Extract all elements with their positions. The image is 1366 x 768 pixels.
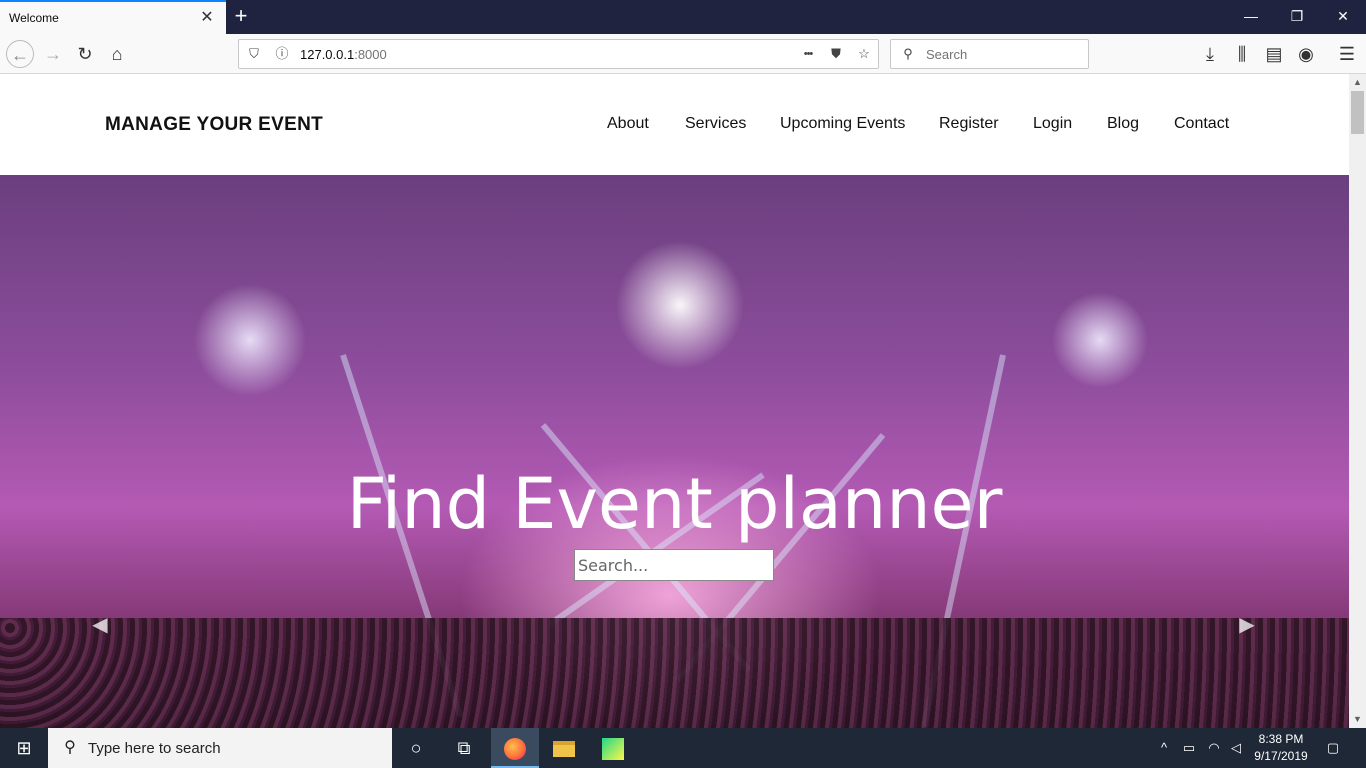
- browser-toolbar: ← → ↻ ⌂ ⛉ ⓘ 127.0.0.1:8000 ••• ⛊ ☆ ⚲ Sea…: [0, 34, 1366, 74]
- taskbar-search-icon: ⚲: [64, 739, 76, 756]
- nav-upcoming-events[interactable]: Upcoming Events: [780, 115, 905, 133]
- hero-search-input[interactable]: [574, 549, 774, 581]
- address-bar[interactable]: ⛉ ⓘ 127.0.0.1:8000 ••• ⛊ ☆: [238, 39, 879, 69]
- tray-overflow-icon[interactable]: ^: [1156, 728, 1172, 768]
- url-text[interactable]: 127.0.0.1:8000: [300, 47, 387, 62]
- notifications-icon[interactable]: ▢: [1320, 728, 1346, 768]
- clock-time: 8:38 PM: [1258, 732, 1304, 746]
- carousel-next-icon[interactable]: ▶: [1235, 613, 1259, 637]
- page-content: MANAGE YOUR EVENT About Services Upcomin…: [0, 74, 1349, 728]
- library-icon[interactable]: ⫼: [1228, 40, 1256, 68]
- restore-icon[interactable]: ❐: [1274, 0, 1320, 32]
- title-bar: Welcome ✕ + — ❐ ✕: [0, 0, 1366, 34]
- cortana-icon[interactable]: ○: [392, 728, 440, 768]
- wifi-icon[interactable]: ◠: [1204, 728, 1224, 768]
- reload-icon[interactable]: ↻: [71, 40, 99, 68]
- nav-about[interactable]: About: [607, 115, 649, 133]
- account-icon[interactable]: ◉: [1292, 40, 1320, 68]
- site-info-icon[interactable]: ⓘ: [273, 45, 291, 63]
- menu-icon[interactable]: ☰: [1333, 40, 1361, 68]
- nav-login[interactable]: Login: [1033, 115, 1072, 133]
- windows-start-icon[interactable]: ⊞: [0, 728, 48, 768]
- search-icon: ⚲: [903, 46, 913, 61]
- scroll-up-icon[interactable]: ▲: [1349, 74, 1366, 91]
- back-icon[interactable]: ←: [6, 40, 34, 68]
- scroll-down-icon[interactable]: ▼: [1349, 711, 1366, 728]
- taskbar-search-text: Type here to search: [88, 740, 221, 757]
- url-host: 127.0.0.1: [300, 47, 355, 62]
- browser-search-bar[interactable]: ⚲ Search: [890, 39, 1089, 69]
- sidebar-icon[interactable]: ▤: [1260, 40, 1288, 68]
- nav-contact[interactable]: Contact: [1174, 115, 1229, 133]
- scroll-thumb[interactable]: [1351, 91, 1364, 134]
- forward-icon[interactable]: →: [39, 40, 67, 68]
- pocket-icon[interactable]: ⛊: [827, 45, 845, 63]
- hero-carousel: Find Event planner ◀ ▶: [0, 175, 1349, 728]
- task-view-icon[interactable]: ⧉: [440, 728, 488, 768]
- carousel-prev-icon[interactable]: ◀: [88, 613, 112, 637]
- close-tab-icon[interactable]: ✕: [198, 9, 216, 27]
- page-actions-icon[interactable]: •••: [799, 45, 817, 63]
- minimize-icon[interactable]: —: [1228, 0, 1274, 32]
- battery-icon[interactable]: ▭: [1179, 728, 1199, 768]
- firefox-icon[interactable]: [491, 728, 539, 768]
- taskbar-search[interactable]: ⚲ Type here to search: [48, 728, 392, 768]
- window-close-icon[interactable]: ✕: [1320, 0, 1366, 32]
- site-brand[interactable]: MANAGE YOUR EVENT: [105, 114, 323, 136]
- new-tab-icon[interactable]: +: [230, 3, 252, 29]
- site-header: MANAGE YOUR EVENT About Services Upcomin…: [0, 74, 1349, 175]
- crowd-image: [0, 618, 1349, 728]
- tracking-shield-icon[interactable]: ⛉: [245, 45, 263, 63]
- browser-tab[interactable]: Welcome ✕: [0, 0, 226, 34]
- clock-date: 9/17/2019: [1254, 749, 1308, 763]
- system-clock[interactable]: 8:38 PM 9/17/2019: [1243, 731, 1319, 765]
- nav-register[interactable]: Register: [939, 115, 999, 133]
- file-explorer-icon[interactable]: [540, 728, 588, 768]
- pycharm-icon[interactable]: [589, 728, 637, 768]
- bookmark-star-icon[interactable]: ☆: [855, 45, 873, 63]
- nav-services[interactable]: Services: [685, 115, 746, 133]
- tab-title: Welcome: [9, 11, 59, 25]
- downloads-icon[interactable]: ⤓: [1196, 40, 1224, 68]
- nav-blog[interactable]: Blog: [1107, 115, 1139, 133]
- page-scrollbar[interactable]: ▲ ▼: [1349, 74, 1366, 728]
- browser-search-placeholder: Search: [926, 47, 968, 62]
- hero-title: Find Event planner: [346, 463, 1003, 545]
- home-icon[interactable]: ⌂: [103, 40, 131, 68]
- taskbar: ⊞ ⚲ Type here to search ○ ⧉ ^ ▭ ◠ ◁ 8:38…: [0, 728, 1366, 768]
- url-port: :8000: [354, 47, 387, 62]
